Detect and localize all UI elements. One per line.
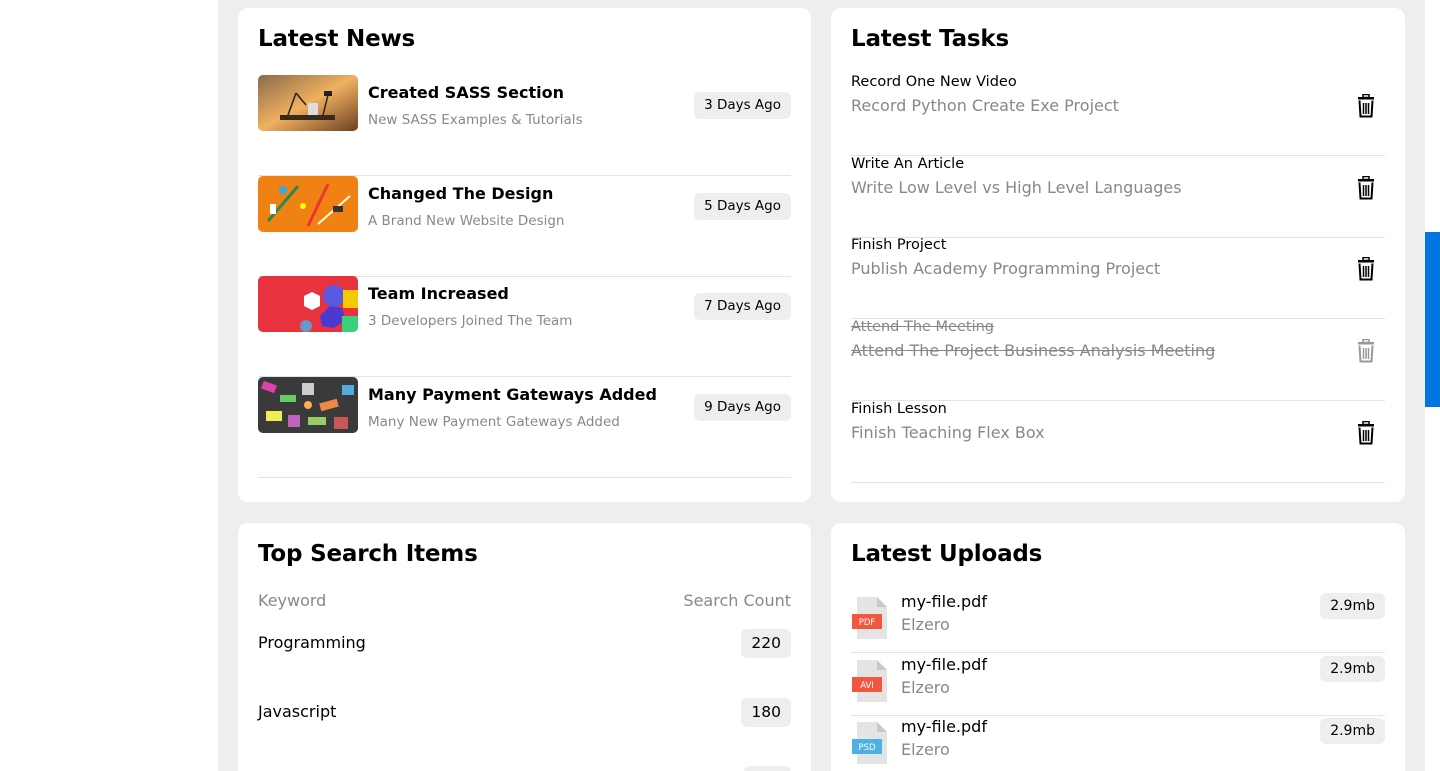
pdf-file-icon: PDF (851, 596, 889, 640)
upload-item[interactable]: AVI my-file.pdf Elzero 2.9mb (851, 653, 1385, 716)
gadgets-image (258, 377, 358, 433)
news-desc: 3 Developers Joined The Team (368, 313, 573, 329)
search-keyword: Javascript (258, 702, 337, 721)
shapes-image (258, 276, 358, 332)
upload-item[interactable]: PDF my-file.pdf Elzero 2.9mb (851, 590, 1385, 653)
news-item[interactable]: Team Increased 3 Developers Joined The T… (258, 276, 791, 377)
task-desc: Publish Academy Programming Project (851, 259, 1161, 278)
svg-text:PSD: PSD (858, 743, 876, 753)
sidebar (0, 0, 218, 771)
search-count-column-header: Search Count (683, 591, 791, 610)
svg-text:PDF: PDF (859, 618, 876, 628)
latest-tasks-card: Latest Tasks Record One New Video Record… (831, 8, 1405, 502)
task-item: Record One New Video Record Python Creat… (851, 74, 1385, 156)
upload-owner: Elzero (901, 615, 950, 634)
news-desc: New SASS Examples & Tutorials (368, 112, 583, 128)
news-title: Created SASS Section (368, 83, 564, 102)
news-date-badge: 9 Days Ago (694, 394, 791, 421)
trash-icon[interactable] (1355, 175, 1377, 200)
stationery-image (258, 176, 358, 232)
news-item[interactable]: Many Payment Gateways Added Many New Pay… (258, 377, 791, 478)
latest-uploads-title: Latest Uploads (851, 541, 1043, 567)
search-keyword: Programming (258, 633, 366, 652)
search-row: Programming 220 (258, 629, 791, 659)
task-item: Finish Project Publish Academy Programmi… (851, 237, 1385, 319)
task-item-done: Attend The Meeting Attend The Project Bu… (851, 319, 1385, 401)
svg-text:AVI: AVI (860, 681, 874, 691)
trash-icon[interactable] (1355, 420, 1377, 445)
task-title: Finish Lesson (851, 401, 947, 417)
latest-news-card: Latest News Created SASS Section New SAS… (238, 8, 811, 502)
upload-file-name: my-file.pdf (901, 717, 987, 736)
latest-tasks-title: Latest Tasks (851, 26, 1009, 52)
task-item: Finish Lesson Finish Teaching Flex Box (851, 401, 1385, 483)
desk-lamp-image (258, 75, 358, 131)
search-count-badge: 180 (741, 698, 791, 727)
task-desc: Record Python Create Exe Project (851, 96, 1119, 115)
task-title: Attend The Meeting (851, 319, 994, 335)
top-search-card: Top Search Items Keyword Search Count Pr… (238, 523, 811, 771)
news-title: Team Increased (368, 284, 509, 303)
upload-file-name: my-file.pdf (901, 655, 987, 674)
avi-file-icon: AVI (851, 659, 889, 703)
news-desc: Many New Payment Gateways Added (368, 414, 620, 430)
main-content: Latest News Created SASS Section New SAS… (218, 0, 1425, 771)
psd-file-icon: PSD (851, 721, 889, 765)
top-search-title: Top Search Items (258, 541, 478, 567)
task-desc: Attend The Project Business Analysis Mee… (851, 341, 1216, 360)
upload-owner: Elzero (901, 740, 950, 759)
trash-icon[interactable] (1355, 93, 1377, 118)
task-desc: Write Low Level vs High Level Languages (851, 178, 1182, 197)
task-item: Write An Article Write Low Level vs High… (851, 156, 1385, 238)
news-title: Many Payment Gateways Added (368, 385, 657, 404)
news-date-badge: 7 Days Ago (694, 293, 791, 320)
scrollbar-thumb[interactable] (1425, 232, 1440, 407)
task-title: Finish Project (851, 237, 947, 253)
trash-icon[interactable] (1355, 256, 1377, 281)
upload-size-badge: 2.9mb (1320, 593, 1385, 619)
news-item[interactable]: Changed The Design A Brand New Website D… (258, 176, 791, 277)
upload-item[interactable]: PSD my-file.pdf Elzero 2.9mb (851, 715, 1385, 771)
trash-icon[interactable] (1355, 338, 1377, 363)
task-title: Write An Article (851, 156, 965, 172)
latest-uploads-card: Latest Uploads PDF my-file.pdf Elzero 2.… (831, 523, 1405, 771)
news-item[interactable]: Created SASS Section New SASS Examples &… (258, 75, 791, 176)
upload-file-name: my-file.pdf (901, 592, 987, 611)
news-title: Changed The Design (368, 184, 554, 203)
task-title: Record One New Video (851, 74, 1017, 90)
search-count-badge: 220 (741, 629, 791, 658)
task-desc: Finish Teaching Flex Box (851, 423, 1045, 442)
latest-news-title: Latest News (258, 26, 416, 52)
upload-size-badge: 2.9mb (1320, 656, 1385, 682)
keyword-column-header: Keyword (258, 591, 327, 610)
news-desc: A Brand New Website Design (368, 213, 565, 229)
upload-owner: Elzero (901, 678, 950, 697)
search-count-badge-partial (744, 766, 791, 771)
news-date-badge: 3 Days Ago (694, 92, 791, 119)
search-row: Javascript 180 (258, 698, 791, 728)
news-date-badge: 5 Days Ago (694, 193, 791, 220)
upload-size-badge: 2.9mb (1320, 718, 1385, 744)
